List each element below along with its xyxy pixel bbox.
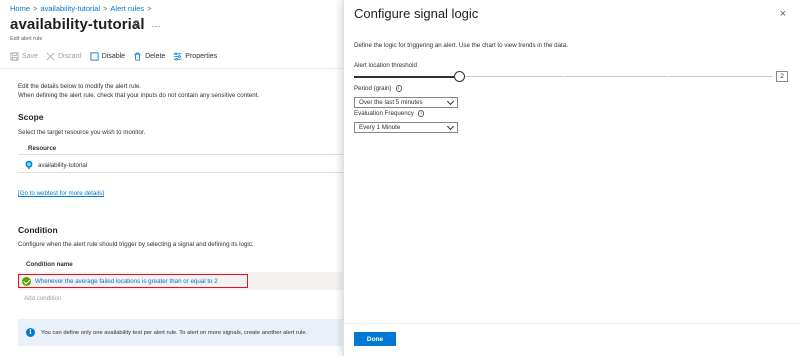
discard-label: Discard	[57, 53, 82, 60]
breadcrumb-resource[interactable]: availability-tutorial	[40, 4, 100, 13]
threshold-value-box[interactable]: 2	[776, 71, 788, 82]
resource-name: availability-tutorial	[38, 161, 88, 169]
page-subtitle: Edit alert rule	[10, 36, 43, 42]
condition-column-header: Condition name	[26, 261, 73, 268]
disable-button[interactable]: Disable	[90, 52, 125, 61]
condition-heading: Condition	[18, 225, 58, 235]
check-circle-icon	[22, 276, 31, 286]
condition-link-highlight[interactable]: Whenever the average failed locations is…	[18, 274, 248, 288]
evaluation-frequency-label: Evaluation Frequency i	[354, 110, 425, 117]
table-divider	[18, 172, 343, 173]
chevron-down-icon	[446, 122, 455, 130]
scope-heading: Scope	[18, 112, 44, 122]
evaluation-frequency-label-text: Evaluation Frequency	[354, 110, 414, 117]
threshold-slider[interactable]	[354, 71, 772, 83]
breadcrumb-separator: >	[33, 4, 38, 13]
info-icon[interactable]: i	[395, 85, 402, 92]
footer-divider	[344, 323, 800, 324]
panel-description: Define the logic for triggering an alert…	[354, 42, 568, 49]
breadcrumb-alert-rules[interactable]: Alert rules	[110, 4, 144, 13]
period-dropdown-value: Over the last 5 minutes	[359, 99, 423, 106]
condition-link[interactable]: Whenever the average failed locations is…	[35, 278, 218, 285]
breadcrumb-separator: >	[103, 4, 108, 13]
breadcrumb-separator: >	[147, 4, 152, 13]
intro-line: When defining the alert rule, check that…	[18, 92, 260, 99]
add-condition-link[interactable]: Add condition	[24, 295, 62, 302]
title-actions: ···	[132, 20, 169, 31]
app-insights-icon	[24, 160, 34, 170]
discard-button[interactable]: Discard	[46, 52, 82, 61]
table-divider	[18, 154, 343, 155]
command-bar: Save Discard Disable Delete Properties	[10, 52, 225, 61]
trash-icon	[133, 52, 142, 61]
close-icon	[46, 52, 55, 61]
save-button[interactable]: Save	[10, 52, 38, 61]
disable-label: Disable	[101, 53, 126, 60]
panel-title: Configure signal logic	[354, 6, 479, 21]
threshold-label: Alert location threshold	[354, 62, 417, 69]
scope-description: Select the target resource you wish to m…	[18, 129, 146, 136]
info-message-bar: i You can define only one availability t…	[18, 319, 343, 346]
ellipsis-icon[interactable]: ···	[152, 21, 161, 31]
slider-tick	[667, 75, 668, 78]
delete-button[interactable]: Delete	[133, 52, 165, 61]
toolbar-divider	[0, 68, 343, 69]
resource-row[interactable]: availability-tutorial	[24, 160, 87, 170]
close-icon[interactable]: ×	[780, 8, 786, 20]
done-button[interactable]: Done	[354, 332, 396, 346]
info-message-text: You can define only one availability tes…	[41, 329, 308, 336]
breadcrumb-home[interactable]: Home	[10, 4, 30, 13]
info-icon[interactable]: i	[417, 110, 425, 117]
intro-text: Edit the details below to modify the ale…	[18, 82, 259, 100]
webtest-link[interactable]: [Go to webtest for more details]	[18, 190, 104, 197]
period-label-text: Period (grain)	[354, 85, 392, 92]
slider-tick	[563, 75, 564, 78]
slider-fill	[354, 75, 459, 78]
period-label: Period (grain) i	[354, 85, 402, 92]
properties-icon	[173, 52, 182, 61]
chevron-down-icon	[446, 97, 455, 105]
evaluation-frequency-dropdown[interactable]: Every 1 Minute	[354, 122, 458, 133]
alert-rule-pane: Home > availability-tutorial > Alert rules > …	[0, 0, 343, 356]
period-dropdown[interactable]: Over the last 5 minutes	[354, 97, 458, 108]
breadcrumb: Home > availability-tutorial > Alert rules >	[10, 4, 155, 13]
page-title: availability-tutorial	[10, 16, 145, 33]
intro-line: Edit the details below to modify the ale…	[18, 83, 142, 90]
condition-description: Configure when the alert rule should tri…	[18, 241, 254, 248]
slider-thumb[interactable]	[454, 71, 465, 82]
info-icon: i	[26, 328, 35, 337]
pin-icon[interactable]	[132, 20, 144, 31]
resource-column-header: Resource	[28, 145, 57, 152]
delete-label: Delete	[145, 53, 166, 60]
disable-icon	[90, 52, 99, 61]
save-icon	[10, 52, 19, 61]
evaluation-frequency-value: Every 1 Minute	[359, 124, 401, 131]
properties-label: Properties	[185, 53, 218, 60]
properties-button[interactable]: Properties	[173, 52, 217, 61]
signal-logic-panel: Configure signal logic × Define the logi…	[343, 0, 800, 356]
save-label: Save	[22, 53, 38, 60]
